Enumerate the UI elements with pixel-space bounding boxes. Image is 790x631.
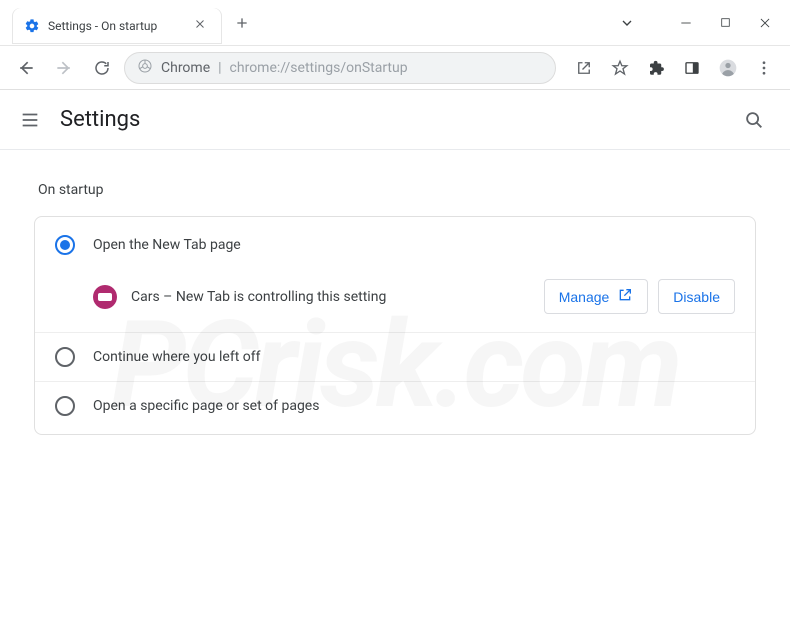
- option-label: Open the New Tab page: [93, 237, 241, 253]
- titlebar: Settings - On startup: [0, 0, 790, 46]
- option-label: Continue where you left off: [93, 349, 261, 365]
- radio-checked-icon[interactable]: [55, 235, 75, 255]
- extension-controlling-row: Cars – New Tab is controlling this setti…: [35, 269, 755, 333]
- extensions-icon[interactable]: [640, 52, 672, 84]
- share-icon[interactable]: [568, 52, 600, 84]
- close-window-icon[interactable]: [758, 16, 772, 30]
- section-title: On startup: [38, 182, 752, 198]
- window-controls: [609, 0, 790, 45]
- settings-content: On startup Open the New Tab page Cars – …: [0, 150, 790, 459]
- option-specific-pages[interactable]: Open a specific page or set of pages: [35, 382, 755, 430]
- extension-message: Cars – New Tab is controlling this setti…: [131, 289, 386, 305]
- tab-search-icon[interactable]: [619, 15, 635, 31]
- radio-unchecked-icon[interactable]: [55, 396, 75, 416]
- extension-app-icon: [93, 285, 117, 309]
- settings-header: Settings: [0, 90, 790, 150]
- bookmark-icon[interactable]: [604, 52, 636, 84]
- browser-tab[interactable]: Settings - On startup: [12, 8, 222, 44]
- search-settings-icon[interactable]: [736, 102, 772, 138]
- omnibox-separator: |: [218, 60, 221, 76]
- close-tab-icon[interactable]: [190, 16, 210, 36]
- omnibox-url: chrome://settings/onStartup: [230, 60, 408, 76]
- tab-title: Settings - On startup: [48, 19, 182, 33]
- forward-button[interactable]: [48, 52, 80, 84]
- omnibox-scheme: Chrome: [161, 60, 210, 76]
- page-title: Settings: [60, 107, 140, 132]
- reload-button[interactable]: [86, 52, 118, 84]
- startup-options-card: Open the New Tab page Cars – New Tab is …: [34, 216, 756, 435]
- menu-icon[interactable]: [748, 52, 780, 84]
- maximize-icon[interactable]: [719, 16, 732, 29]
- option-continue[interactable]: Continue where you left off: [35, 333, 755, 382]
- disable-button[interactable]: Disable: [658, 279, 735, 314]
- manage-button[interactable]: Manage: [544, 279, 649, 314]
- option-new-tab-page[interactable]: Open the New Tab page: [35, 221, 755, 269]
- radio-unchecked-icon[interactable]: [55, 347, 75, 367]
- option-label: Open a specific page or set of pages: [93, 398, 319, 414]
- external-link-icon: [617, 287, 633, 306]
- back-button[interactable]: [10, 52, 42, 84]
- hamburger-icon[interactable]: [18, 108, 42, 132]
- profile-icon[interactable]: [712, 52, 744, 84]
- gear-icon: [24, 18, 40, 34]
- side-panel-icon[interactable]: [676, 52, 708, 84]
- minimize-icon[interactable]: [679, 16, 693, 30]
- new-tab-button[interactable]: [228, 9, 256, 37]
- chrome-icon: [137, 58, 153, 78]
- browser-toolbar: Chrome | chrome://settings/onStartup: [0, 46, 790, 90]
- address-bar[interactable]: Chrome | chrome://settings/onStartup: [124, 52, 556, 84]
